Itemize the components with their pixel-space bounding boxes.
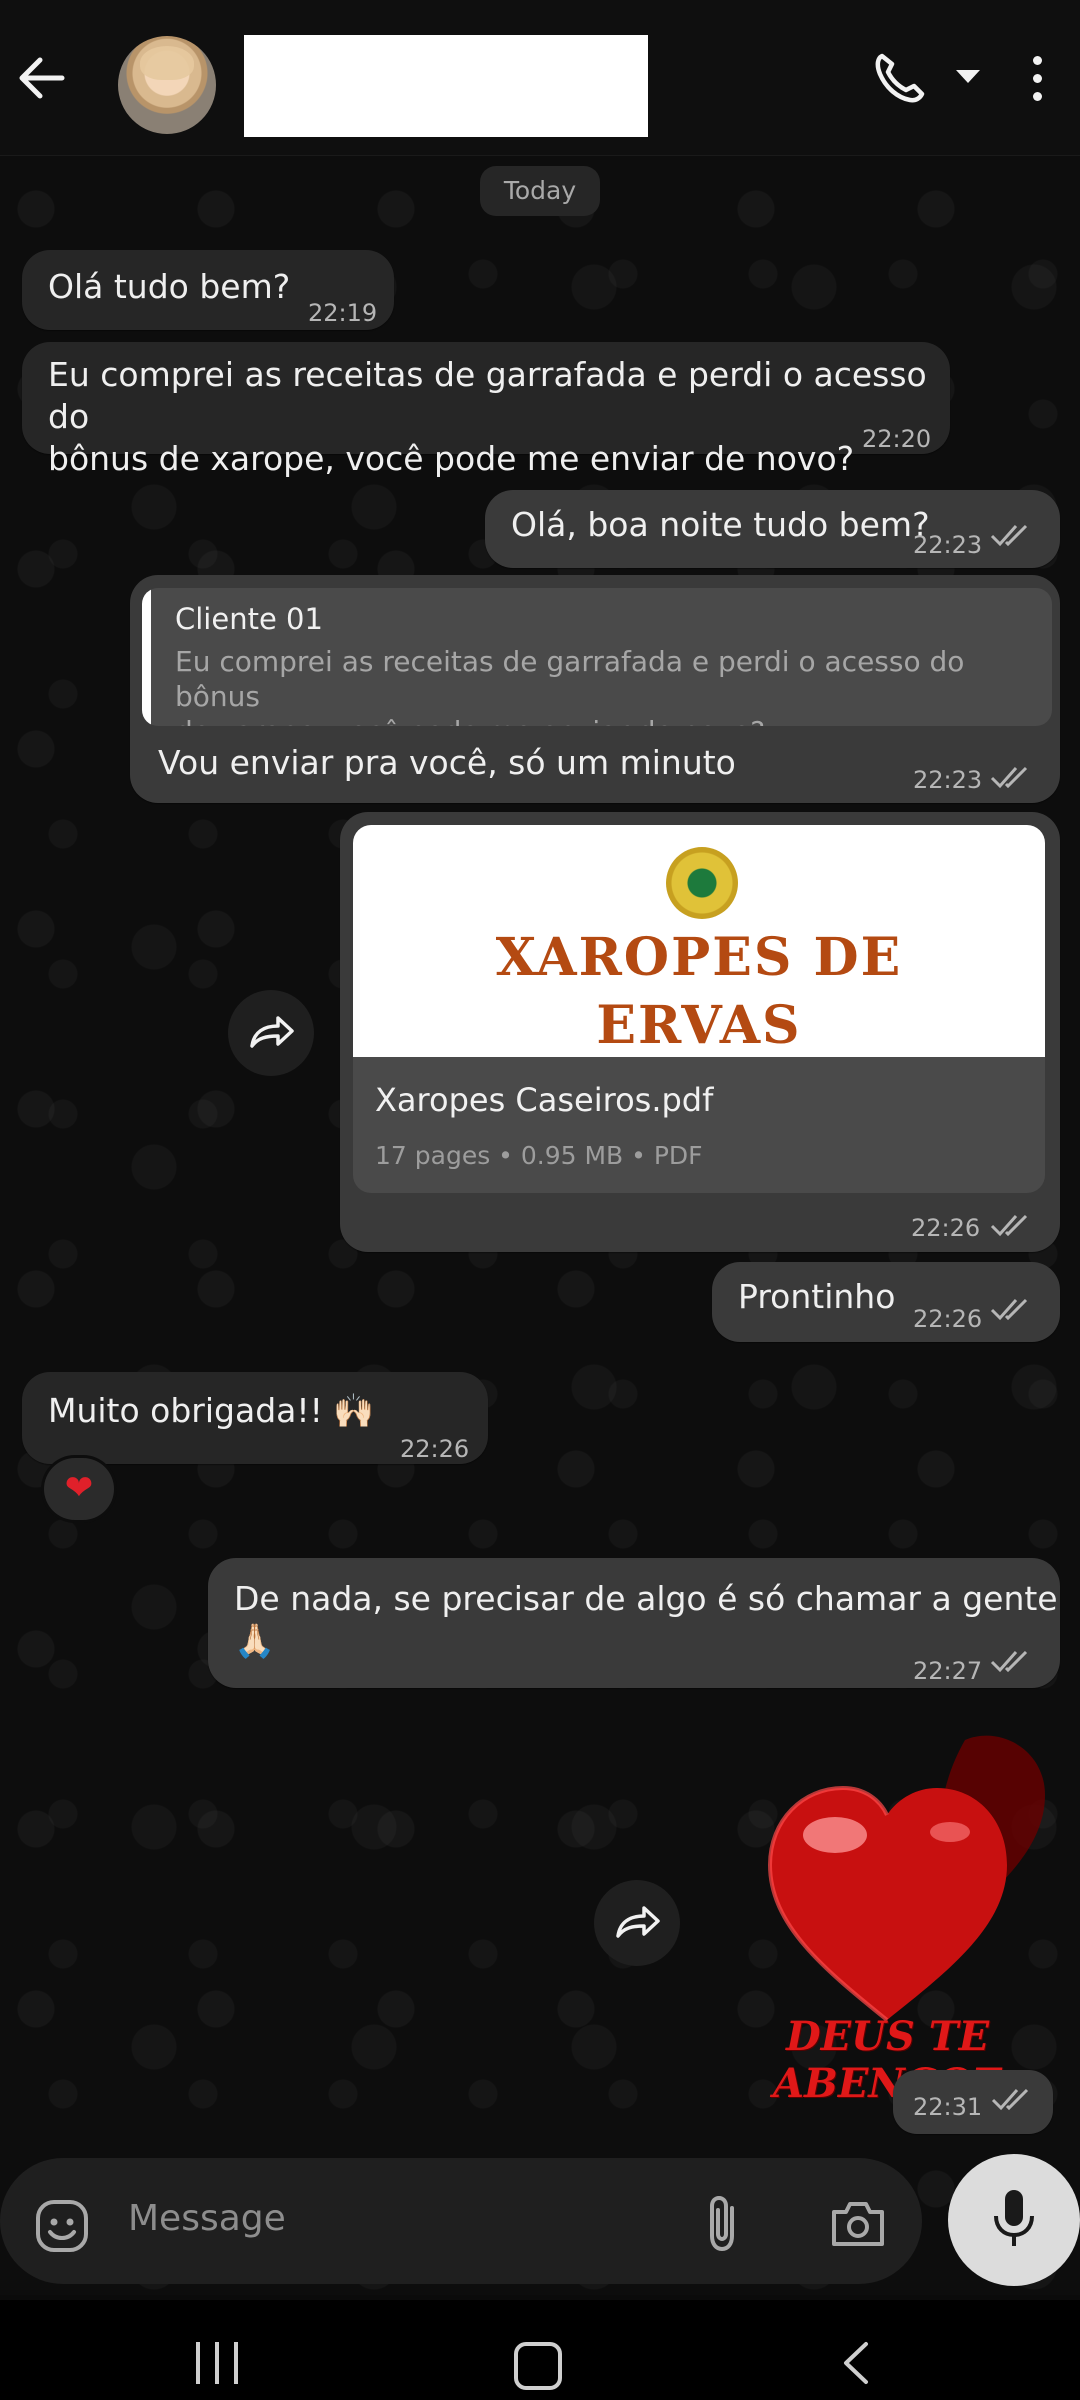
double-check-icon <box>990 524 1028 547</box>
quote-accent-bar <box>142 588 151 726</box>
emoji-icon[interactable] <box>34 2198 90 2254</box>
double-check-icon <box>990 1214 1028 1237</box>
message-time: 22:27 <box>913 1657 983 1685</box>
incoming-message[interactable]: Eu comprei as receitas de garrafada e pe… <box>22 342 950 478</box>
message-text: Olá, boa noite tudo bem? <box>511 505 930 544</box>
heart-reaction-icon: ❤ <box>64 1468 94 1508</box>
double-check-icon <box>990 1298 1028 1321</box>
outgoing-message[interactable]: Olá, boa noite tudo bem? 22:23 <box>485 490 1060 568</box>
document-file-name: Xaropes Caseiros.pdf <box>375 1081 714 1119</box>
recent-apps-icon[interactable] <box>196 2342 240 2384</box>
chat-header <box>0 0 1080 156</box>
message-time: 22:23 <box>913 531 983 559</box>
outgoing-message[interactable]: De nada, se precisar de algo é só chamar… <box>208 1558 1060 1688</box>
contact-name[interactable] <box>244 35 648 137</box>
attach-icon[interactable] <box>700 2194 746 2254</box>
quoted-sender: Cliente 01 <box>175 602 323 636</box>
chevron-down-icon[interactable] <box>956 70 980 83</box>
sticker-timestamp: 22:31 <box>893 2070 1053 2134</box>
message-time: 22:19 <box>308 299 378 327</box>
message-time: 22:23 <box>913 766 983 794</box>
message-reaction[interactable]: ❤ <box>44 1458 114 1520</box>
forward-button[interactable] <box>228 990 314 1076</box>
quoted-message[interactable]: Cliente 01 Eu comprei as receitas de gar… <box>142 588 1052 726</box>
home-icon[interactable] <box>514 2342 562 2390</box>
double-check-icon <box>990 1650 1028 1673</box>
camera-icon[interactable] <box>828 2198 888 2250</box>
forward-icon <box>616 1906 660 1938</box>
back-nav-icon[interactable] <box>838 2340 874 2386</box>
back-arrow-icon[interactable] <box>14 50 70 106</box>
incoming-message[interactable]: Muito obrigada!! 🙌🏻 22:26 <box>22 1372 488 1464</box>
document-logo <box>666 847 738 919</box>
message-time: 22:26 <box>913 1305 983 1333</box>
message-time: 22:20 <box>862 425 932 453</box>
incoming-message[interactable]: Olá tudo bem? 22:19 <box>22 250 394 330</box>
document-meta: 17 pages • 0.95 MB • PDF <box>375 1141 703 1170</box>
double-check-icon <box>991 2088 1029 2111</box>
document-thumbnail: XAROPES DE ERVAS <box>353 825 1045 1057</box>
message-composer[interactable]: Message <box>0 2158 922 2284</box>
message-time: 22:31 <box>913 2093 983 2121</box>
phone-icon[interactable] <box>868 48 928 108</box>
forward-button[interactable] <box>594 1880 680 1966</box>
message-input[interactable]: Message <box>128 2198 286 2239</box>
mic-icon <box>994 2190 1034 2246</box>
message-text: Muito obrigada!! 🙌🏻 <box>48 1391 375 1430</box>
message-time: 22:26 <box>400 1435 470 1463</box>
message-text: Eu comprei as receitas de garrafada e pe… <box>48 355 927 478</box>
outgoing-message[interactable]: Prontinho 22:26 <box>712 1262 1060 1342</box>
message-text: Olá tudo bem? <box>48 267 291 306</box>
message-time: 22:26 <box>911 1214 981 1242</box>
document-thumb-title-line1: XAROPES DE <box>495 927 903 988</box>
document-attachment[interactable]: XAROPES DE ERVAS Xaropes Caseiros.pdf 17… <box>353 825 1045 1193</box>
more-vert-icon[interactable] <box>1030 56 1044 106</box>
contact-avatar[interactable] <box>118 36 216 134</box>
message-text: Prontinho <box>738 1277 896 1316</box>
date-separator: Today <box>480 166 600 216</box>
voice-record-button[interactable] <box>948 2154 1080 2286</box>
double-check-icon <box>990 766 1028 789</box>
document-thumb-title-line2: ERVAS <box>596 995 802 1056</box>
quoted-text: Eu comprei as receitas de garrafada e pe… <box>175 645 965 726</box>
message-text: Vou enviar pra você, só um minuto <box>158 743 736 782</box>
forward-icon <box>250 1016 294 1048</box>
